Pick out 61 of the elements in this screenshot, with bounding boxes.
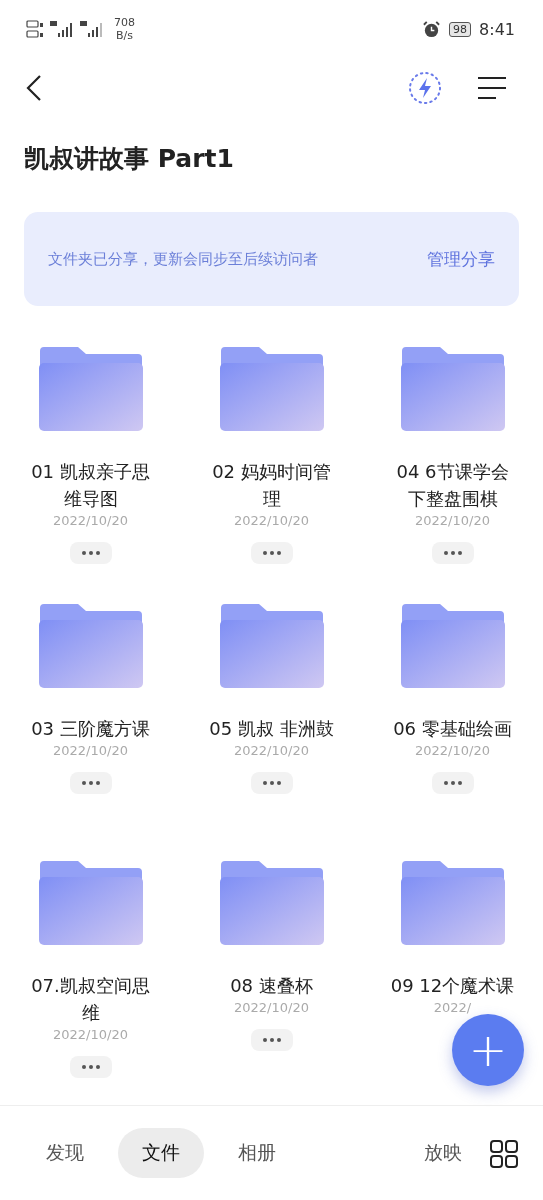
back-icon[interactable] [24, 73, 44, 103]
folder-name[interactable]: 03 三阶魔方课 [25, 715, 156, 742]
folder-date: 2022/10/20 [53, 1026, 128, 1044]
folder-icon[interactable] [37, 860, 144, 946]
folder-icon[interactable] [218, 860, 325, 946]
folder-date: 2022/10/20 [415, 512, 490, 530]
folder-name[interactable]: 02 妈妈时间管理 [206, 458, 337, 512]
clock-time: 8:41 [479, 19, 515, 39]
more-options-button[interactable] [431, 542, 474, 564]
folder-icon[interactable] [399, 346, 506, 432]
folder-date: 2022/10/20 [234, 999, 309, 1017]
folder-icon[interactable] [399, 603, 506, 689]
folder-name[interactable]: 05 凯叔 非洲鼓 [206, 715, 337, 742]
folder-icon[interactable] [218, 603, 325, 689]
more-options-button[interactable] [250, 542, 293, 564]
more-icon [80, 781, 101, 785]
network-speed: 708 [114, 16, 135, 29]
manage-share-link[interactable]: 管理分享 [427, 247, 495, 271]
more-icon [442, 551, 463, 555]
folder-date: 2022/10/20 [234, 512, 309, 530]
sim-card-icon [26, 18, 46, 40]
nav-tab[interactable]: 发现 [22, 1128, 108, 1178]
folder-icon[interactable] [37, 603, 144, 689]
more-options-button[interactable] [431, 772, 474, 794]
folder-name[interactable]: 04 6节课学会下整盘围棋 [387, 458, 518, 512]
add-button[interactable]: + [452, 1014, 524, 1086]
folder-name[interactable]: 07.凯叔空间思维 [25, 972, 156, 1026]
folder-date: 2022/10/20 [415, 742, 490, 760]
folder-name[interactable]: 01 凯叔亲子思维导图 [25, 458, 156, 512]
folder-title: 凯叔讲故事 Part1 [24, 143, 235, 175]
lightning-bolt-icon[interactable] [407, 70, 443, 106]
more-options-button[interactable] [69, 542, 112, 564]
folder-icon[interactable] [37, 346, 144, 432]
more-options-button[interactable] [250, 1029, 293, 1051]
folder-date: 2022/ [433, 999, 472, 1017]
more-icon [80, 551, 101, 555]
network-speed-unit: B/s [116, 29, 133, 42]
nav-tab[interactable]: 相册 [214, 1128, 300, 1178]
more-icon [442, 781, 463, 785]
grid-icon[interactable] [490, 1139, 518, 1168]
nav-tab[interactable]: 文件 [118, 1128, 204, 1178]
more-options-button[interactable] [69, 1056, 112, 1078]
nav-tab[interactable]: 放映 [400, 1128, 462, 1178]
folder-name[interactable]: 08 速叠杯 [206, 972, 337, 999]
folder-icon[interactable] [399, 860, 506, 946]
more-icon [261, 551, 282, 555]
battery-level: 98 [453, 22, 468, 36]
folder-date: 2022/10/20 [234, 742, 309, 760]
more-icon [80, 1065, 101, 1069]
more-icon [261, 781, 282, 785]
more-options-button[interactable] [69, 772, 112, 794]
more-options-button[interactable] [250, 772, 293, 794]
share-message: 文件夹已分享，更新会同步至后续访问者 [48, 249, 318, 269]
folder-name[interactable]: 09 12个魔术课 [387, 972, 518, 999]
folder-date: 2022/10/20 [53, 742, 128, 760]
alarm-clock-icon [422, 19, 442, 39]
folder-date: 2022/10/20 [53, 512, 128, 530]
folder-icon[interactable] [218, 346, 325, 432]
menu-icon[interactable] [477, 76, 507, 100]
more-icon [261, 1038, 282, 1042]
folder-name[interactable]: 06 零基础绘画 [387, 715, 518, 742]
